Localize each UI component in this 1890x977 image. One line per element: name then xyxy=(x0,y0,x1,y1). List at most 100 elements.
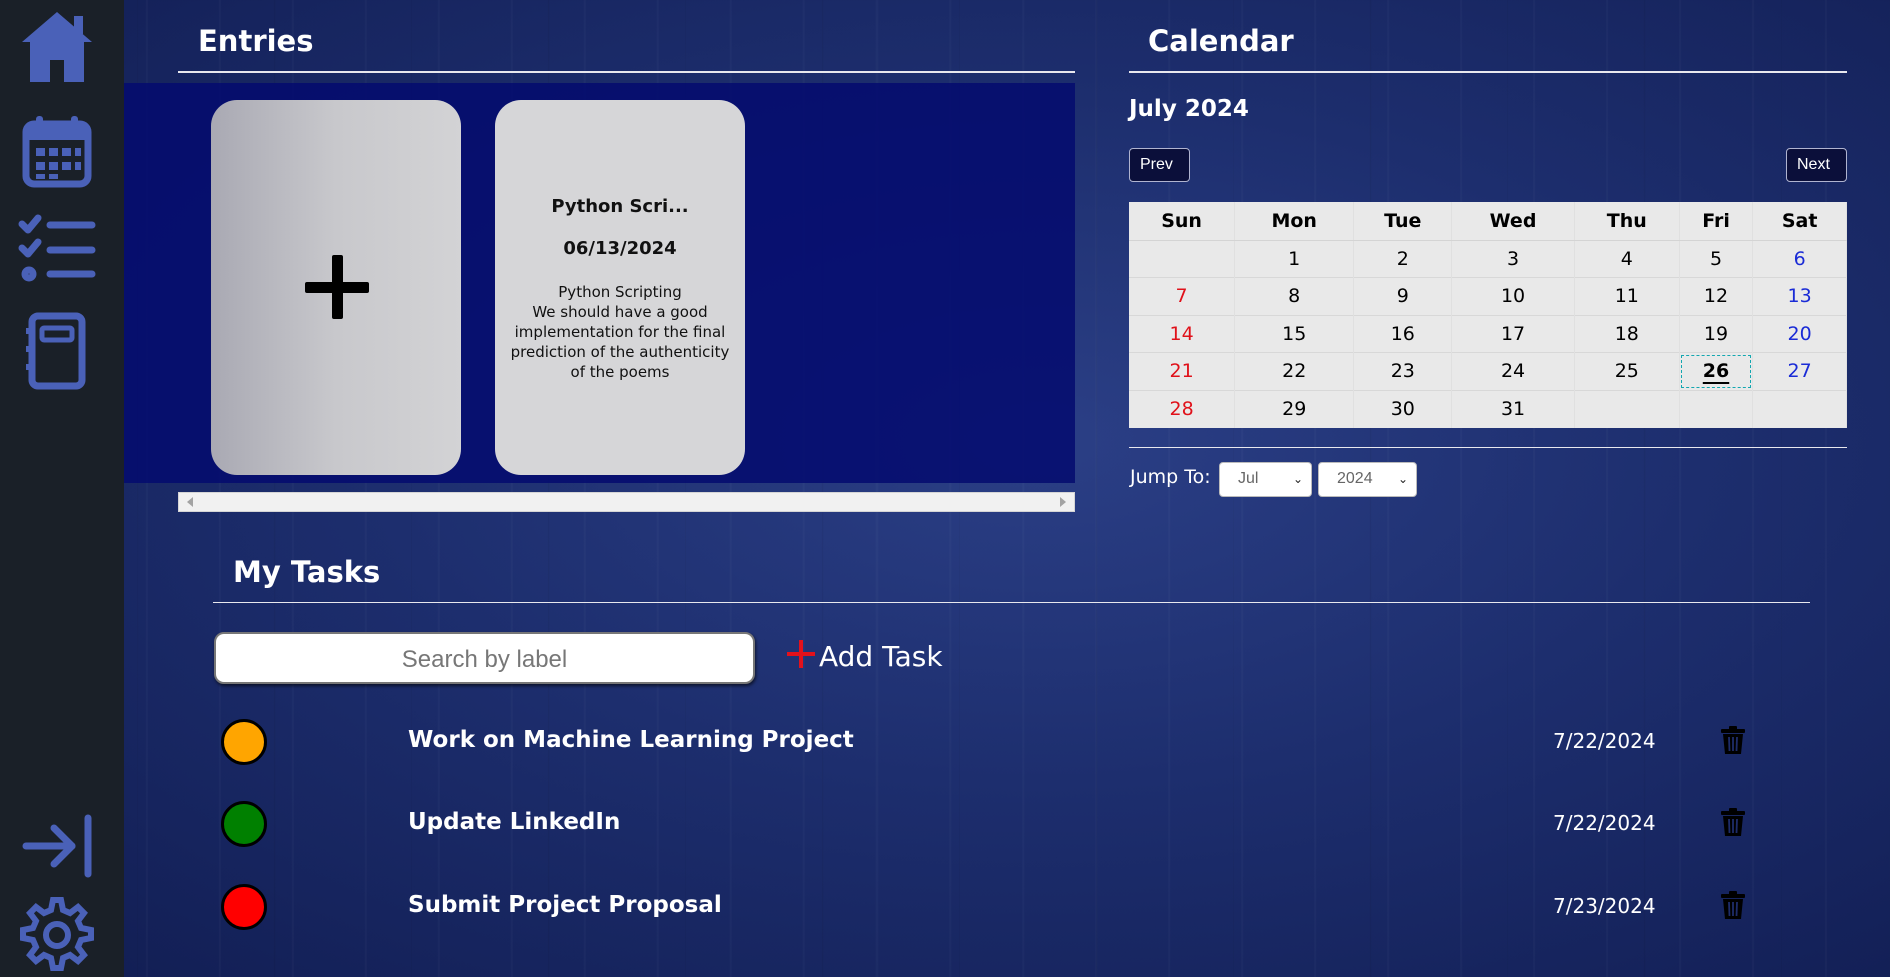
scroll-left-arrow-icon[interactable] xyxy=(187,497,193,507)
priority-indicator[interactable] xyxy=(221,719,267,765)
entries-divider xyxy=(178,71,1075,73)
entries-title: Entries xyxy=(198,24,314,58)
weekday-header: Sat xyxy=(1752,202,1847,241)
entry-card-line: prediction of the authenticity xyxy=(510,343,730,361)
calendar-day-cell[interactable]: 30 xyxy=(1353,389,1453,428)
entry-card-line: We should have a good xyxy=(532,303,708,321)
calendar-day-cell[interactable]: 29 xyxy=(1234,389,1355,428)
entry-card-body: Python Scripting We should have a good i… xyxy=(503,282,737,382)
calendar-week-row: 14 15 16 17 18 19 20 xyxy=(1129,314,1847,353)
weekday-header: Fri xyxy=(1679,202,1754,241)
add-task-label: Add Task xyxy=(819,640,943,673)
calendar-day-cell[interactable]: 6 xyxy=(1752,239,1847,278)
trash-icon[interactable] xyxy=(1720,725,1746,755)
priority-indicator[interactable] xyxy=(221,884,267,930)
checklist-icon[interactable] xyxy=(16,208,98,290)
tasks-divider xyxy=(213,602,1810,603)
next-month-button[interactable]: Next xyxy=(1786,148,1847,182)
calendar-day-cell[interactable]: 13 xyxy=(1752,277,1847,315)
calendar-day-cell[interactable]: 4 xyxy=(1574,239,1680,278)
task-search-input[interactable]: Search by label xyxy=(214,632,755,684)
calendar-week-row: 28 29 30 31 xyxy=(1129,389,1847,428)
chevron-down-icon: ⌄ xyxy=(1397,472,1408,486)
calendar-day-cell[interactable]: 28 xyxy=(1129,389,1236,428)
calendar-day-cell[interactable]: 11 xyxy=(1574,277,1680,315)
weekday-header: Thu xyxy=(1574,202,1680,241)
gear-icon[interactable] xyxy=(16,894,98,976)
calendar-day-cell[interactable]: 27 xyxy=(1752,352,1847,390)
calendar-day-cell[interactable]: 25 xyxy=(1574,352,1680,390)
calendar-bottom-divider xyxy=(1129,447,1847,448)
home-icon[interactable] xyxy=(16,6,98,88)
calendar-day-cell[interactable]: 5 xyxy=(1679,239,1754,278)
chevron-down-icon: ⌄ xyxy=(1292,472,1303,486)
sidebar xyxy=(0,0,124,977)
trash-icon[interactable] xyxy=(1720,890,1746,920)
calendar-day-cell xyxy=(1752,389,1847,428)
prev-month-button[interactable]: Prev xyxy=(1129,148,1190,182)
calendar-day-cell xyxy=(1679,389,1754,428)
jump-month-value: Jul xyxy=(1238,470,1259,487)
plus-icon xyxy=(787,640,815,668)
calendar-day-cell[interactable]: 20 xyxy=(1752,314,1847,353)
jump-to-label: Jump To: xyxy=(1130,466,1211,488)
calendar-day-cell[interactable]: 12 xyxy=(1679,277,1754,315)
task-date: 7/23/2024 xyxy=(1553,894,1656,918)
calendar-day-cell[interactable]: 16 xyxy=(1353,314,1453,353)
plus-icon xyxy=(305,255,369,319)
calendar-day-cell[interactable]: 9 xyxy=(1353,277,1453,315)
calendar-day-cell[interactable]: 19 xyxy=(1679,314,1754,353)
task-row[interactable]: Submit Project Proposal 7/23/2024 xyxy=(214,876,1814,936)
task-date: 7/22/2024 xyxy=(1553,729,1656,753)
task-name: Update LinkedIn xyxy=(408,809,621,835)
entry-card-line: of the poems xyxy=(570,363,670,381)
calendar-week-row: 21 22 23 24 25 26 27 xyxy=(1129,352,1847,390)
trash-icon[interactable] xyxy=(1720,807,1746,837)
task-row[interactable]: Work on Machine Learning Project 7/22/202… xyxy=(214,711,1814,771)
weekday-header: Wed xyxy=(1451,202,1575,241)
task-row[interactable]: Update LinkedIn 7/22/2024 xyxy=(214,793,1814,853)
calendar-grid: Sun Mon Tue Wed Thu Fri Sat 1 2 3 4 5 6 7 8 9 10 1… xyxy=(1129,202,1847,428)
calendar-day-cell xyxy=(1129,239,1236,278)
calendar-day-cell[interactable]: 18 xyxy=(1574,314,1680,353)
calendar-day-cell[interactable]: 3 xyxy=(1451,239,1575,278)
entry-card-line: Python Scripting xyxy=(558,283,682,301)
calendar-month-label: July 2024 xyxy=(1129,96,1249,122)
jump-month-select[interactable]: Jul ⌄ xyxy=(1219,462,1312,497)
calendar-day-cell xyxy=(1574,389,1680,428)
calendar-weekday-row: Sun Mon Tue Wed Thu Fri Sat xyxy=(1129,202,1847,241)
calendar-day-cell[interactable]: 26 xyxy=(1679,352,1754,390)
calendar-day-cell[interactable]: 31 xyxy=(1451,389,1575,428)
calendar-day-cell[interactable]: 7 xyxy=(1129,277,1236,315)
entries-scrollbar[interactable] xyxy=(178,492,1075,512)
task-name: Submit Project Proposal xyxy=(408,892,722,918)
calendar-day-cell[interactable]: 23 xyxy=(1353,352,1453,390)
calendar-day-cell[interactable]: 21 xyxy=(1129,352,1236,390)
calendar-day-cell[interactable]: 1 xyxy=(1234,239,1355,278)
priority-indicator[interactable] xyxy=(221,801,267,847)
entry-card[interactable]: Python Scri... 06/13/2024 Python Scripti… xyxy=(495,100,745,475)
jump-year-select[interactable]: 2024 ⌄ xyxy=(1318,462,1417,497)
jump-year-value: 2024 xyxy=(1337,470,1373,487)
calendar-week-row: 123456 xyxy=(1129,239,1847,278)
weekday-header: Tue xyxy=(1353,202,1453,241)
entry-card-line: implementation for the final xyxy=(514,323,726,341)
weekday-header: Sun xyxy=(1129,202,1236,241)
task-date: 7/22/2024 xyxy=(1553,811,1656,835)
entry-card-date: 06/13/2024 xyxy=(563,238,677,259)
tasks-title: My Tasks xyxy=(233,555,381,589)
calendar-title: Calendar xyxy=(1148,24,1294,58)
calendar-day-cell[interactable]: 24 xyxy=(1451,352,1575,390)
calendar-day-cell[interactable]: 2 xyxy=(1353,239,1453,278)
calendar-day-cell[interactable]: 14 xyxy=(1129,314,1236,353)
calendar-day-cell[interactable]: 22 xyxy=(1234,352,1355,390)
add-entry-card[interactable] xyxy=(211,100,461,475)
calendar-day-cell[interactable]: 17 xyxy=(1451,314,1575,353)
calendar-day-cell[interactable]: 8 xyxy=(1234,277,1355,315)
logout-icon[interactable] xyxy=(16,804,98,886)
scroll-right-arrow-icon[interactable] xyxy=(1060,497,1066,507)
calendar-day-cell[interactable]: 15 xyxy=(1234,314,1355,353)
calendar-icon[interactable] xyxy=(16,110,98,192)
calendar-day-cell[interactable]: 10 xyxy=(1451,277,1575,315)
notebook-icon[interactable] xyxy=(16,310,98,392)
